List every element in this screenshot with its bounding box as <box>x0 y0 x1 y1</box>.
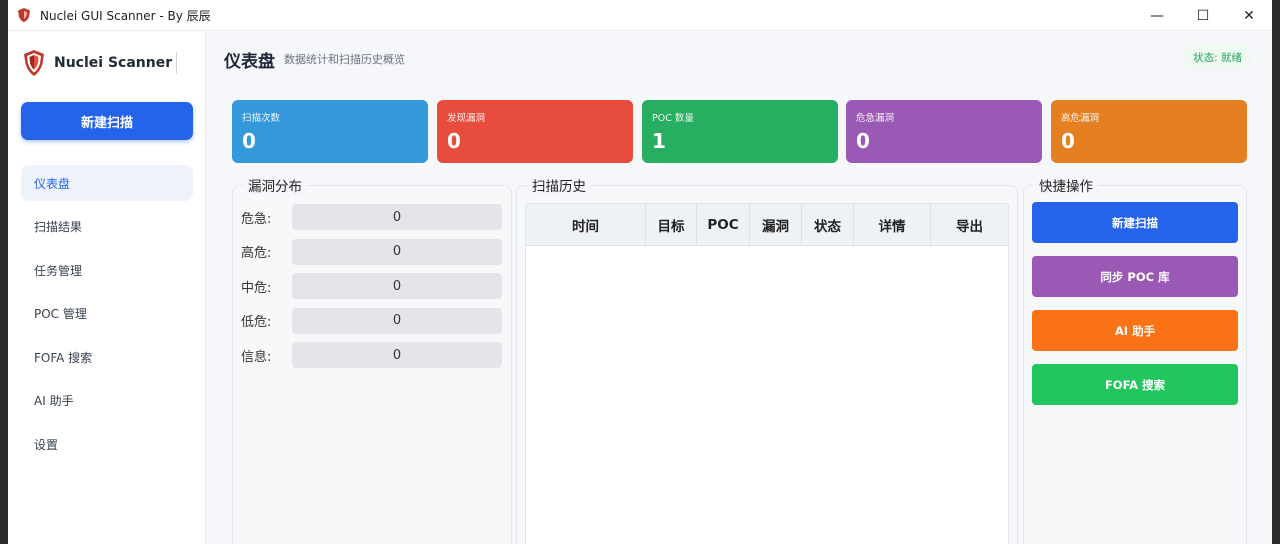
sidebar-item-dashboard[interactable]: 仪表盘 <box>21 165 193 201</box>
quick-sync-poc-button[interactable]: 同步 POC 库 <box>1032 256 1238 297</box>
dist-label: 信息: <box>241 349 272 365</box>
sidebar-nav: 仪表盘 扫描结果 任务管理 POC 管理 FOFA 搜索 AI 助手 设置 <box>21 165 193 470</box>
status-badge: 状态: 就绪 <box>1183 45 1252 69</box>
brand-name: Nuclei Scanner <box>54 52 178 74</box>
stat-card-vulns-found: 发现漏洞 0 <box>437 100 633 163</box>
quick-actions-panel: 快捷操作 新建扫描 同步 POC 库 AI 助手 FOFA 搜索 <box>1023 175 1247 544</box>
app-window: Nuclei GUI Scanner - By 辰辰 — ☐ ✕ Nuclei … <box>8 0 1272 544</box>
dist-value: 0 <box>292 238 502 265</box>
vuln-distribution-panel: 漏洞分布 危急: 0 高危: 0 中危: 0 低危: 0 信息: 0 <box>232 175 512 544</box>
column-header-vulns[interactable]: 漏洞 <box>750 204 802 245</box>
dist-value: 0 <box>292 342 502 368</box>
sidebar: Nuclei Scanner 新建扫描 仪表盘 扫描结果 任务管理 POC 管理… <box>8 31 206 544</box>
panel-title: 快捷操作 <box>1034 175 1098 195</box>
dist-label: 危急: <box>241 211 272 227</box>
main-content: 仪表盘 数据统计和扫描历史概览 状态: 就绪 扫描次数 0 发现漏洞 0 POC… <box>206 31 1272 544</box>
window-title: Nuclei GUI Scanner - By 辰辰 <box>40 8 211 23</box>
sidebar-item-label: 扫描结果 <box>34 220 83 234</box>
sidebar-item-label: FOFA 搜索 <box>34 350 93 365</box>
sidebar-item-label: AI 助手 <box>34 394 74 408</box>
dist-value: 0 <box>292 204 502 230</box>
stat-label: 发现漏洞 <box>447 113 486 124</box>
sidebar-item-fofa-search[interactable]: FOFA 搜索 <box>21 339 193 375</box>
stat-label: 扫描次数 <box>242 113 281 124</box>
column-header-time[interactable]: 时间 <box>526 204 646 245</box>
stat-label: POC 数量 <box>652 113 694 124</box>
sidebar-item-scan-results[interactable]: 扫描结果 <box>21 209 193 245</box>
quick-fofa-search-button[interactable]: FOFA 搜索 <box>1032 364 1238 405</box>
window-controls: — ☐ ✕ <box>1134 0 1272 31</box>
stat-label: 高危漏洞 <box>1061 113 1100 124</box>
stat-card-critical-vulns: 危急漏洞 0 <box>846 100 1042 163</box>
dist-row-medium: 中危: 0 <box>241 273 503 299</box>
close-button[interactable]: ✕ <box>1226 0 1272 31</box>
dist-value: 0 <box>292 273 502 299</box>
desktop-background-left <box>0 0 8 544</box>
column-header-status[interactable]: 状态 <box>802 204 854 245</box>
brand: Nuclei Scanner <box>22 49 178 77</box>
minimize-button[interactable]: — <box>1134 0 1180 31</box>
stats-row: 扫描次数 0 发现漏洞 0 POC 数量 1 危急漏洞 0 高危漏洞 0 <box>232 100 1247 163</box>
stat-value: 0 <box>856 129 870 153</box>
dist-row-high: 高危: 0 <box>241 238 503 265</box>
table-header: 时间 目标 POC 漏洞 状态 详情 导出 <box>526 204 1008 246</box>
sidebar-item-label: 任务管理 <box>34 263 83 278</box>
sidebar-item-poc-management[interactable]: POC 管理 <box>21 296 193 332</box>
shield-logo-icon <box>24 50 44 76</box>
column-header-export[interactable]: 导出 <box>931 204 1008 245</box>
page-subtitle: 数据统计和扫描历史概览 <box>284 53 405 66</box>
column-header-poc[interactable]: POC <box>697 204 750 245</box>
dist-row-critical: 危急: 0 <box>241 204 503 230</box>
dist-value: 0 <box>292 307 502 334</box>
scan-history-table: 时间 目标 POC 漏洞 状态 详情 导出 <box>525 203 1009 544</box>
stat-value: 0 <box>447 129 461 153</box>
app-shield-icon <box>18 8 30 22</box>
dist-label: 高危: <box>241 246 272 261</box>
stat-value: 0 <box>1061 129 1075 153</box>
dist-label: 低危: <box>241 315 272 330</box>
dist-row-info: 信息: 0 <box>241 342 503 368</box>
stat-card-scan-count: 扫描次数 0 <box>232 100 428 163</box>
sidebar-item-label: POC 管理 <box>34 307 87 321</box>
panel-title: 漏洞分布 <box>243 175 307 195</box>
maximize-button[interactable]: ☐ <box>1180 0 1226 31</box>
stat-label: 危急漏洞 <box>856 113 895 124</box>
column-header-target[interactable]: 目标 <box>646 204 697 245</box>
stat-card-high-vulns: 高危漏洞 0 <box>1051 100 1247 163</box>
stat-value: 1 <box>652 129 666 153</box>
panel-title: 扫描历史 <box>527 175 591 195</box>
new-scan-button[interactable]: 新建扫描 <box>21 102 193 140</box>
quick-ai-assistant-button[interactable]: AI 助手 <box>1032 310 1238 351</box>
page-title: 仪表盘 <box>224 52 275 72</box>
sidebar-item-task-management[interactable]: 任务管理 <box>21 252 193 288</box>
title-bar: Nuclei GUI Scanner - By 辰辰 — ☐ ✕ <box>8 0 1272 31</box>
sidebar-item-label: 设置 <box>34 437 59 452</box>
stat-value: 0 <box>242 129 256 153</box>
sidebar-item-ai-assistant[interactable]: AI 助手 <box>21 383 193 419</box>
sidebar-item-settings[interactable]: 设置 <box>21 426 193 462</box>
sidebar-item-label: 仪表盘 <box>34 176 71 191</box>
column-header-details[interactable]: 详情 <box>854 204 931 245</box>
stat-card-poc-count: POC 数量 1 <box>642 100 838 163</box>
quick-new-scan-button[interactable]: 新建扫描 <box>1032 202 1238 243</box>
dist-label: 中危: <box>241 280 272 296</box>
scan-history-panel: 扫描历史 时间 目标 POC 漏洞 状态 详情 导出 <box>516 175 1018 544</box>
dist-row-low: 低危: 0 <box>241 307 503 334</box>
desktop-background-right <box>1272 0 1280 544</box>
